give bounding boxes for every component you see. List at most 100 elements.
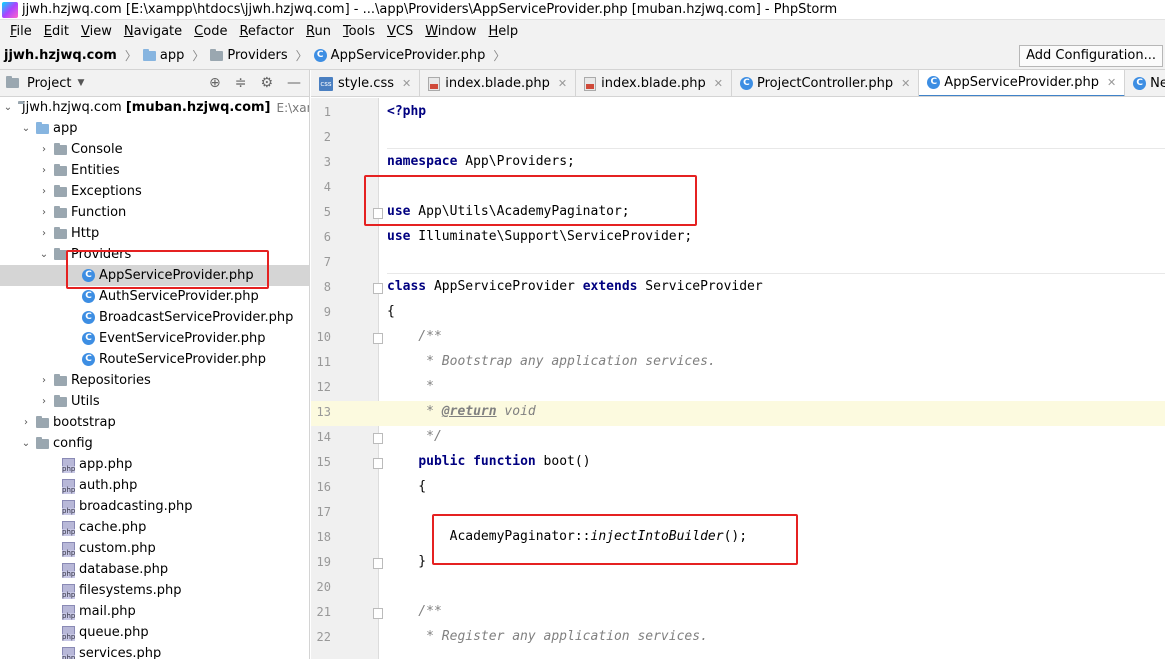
tree-item-event-service-provider[interactable]: C EventServiceProvider.php <box>0 328 309 349</box>
folder-icon <box>54 373 67 386</box>
code-editor[interactable]: 1 <?php 2 3 namespace App\Providers; 4 5 us… <box>311 98 1165 659</box>
chevron-right-icon[interactable]: › <box>38 186 50 197</box>
fold-marker-icon[interactable] <box>373 208 383 219</box>
chevron-right-icon[interactable]: › <box>38 144 50 155</box>
tree-item-console[interactable]: › Console <box>0 139 309 160</box>
tree-item-exceptions[interactable]: › Exceptions <box>0 181 309 202</box>
locate-icon[interactable]: ⊕ <box>209 75 221 91</box>
breadcrumb-file[interactable]: C AppServiceProvider.php <box>313 48 485 63</box>
tree-item-auth-service-provider[interactable]: C AuthServiceProvider.php <box>0 286 309 307</box>
collapse-all-icon[interactable]: ≑ <box>235 75 247 91</box>
close-icon[interactable]: ✕ <box>402 77 411 90</box>
tree-item-repositories[interactable]: › Repositories <box>0 370 309 391</box>
tree-item-broadcast-service-provider[interactable]: C BroadcastServiceProvider.php <box>0 307 309 328</box>
project-tree: ⌄ jjwh.hzjwq.com [muban.hzjwq.com] E:\xa… <box>0 97 309 659</box>
fold-marker-icon[interactable] <box>373 608 383 619</box>
code-line: 5 use App\Utils\AcademyPaginator; <box>323 204 630 219</box>
php-file-icon <box>62 520 76 536</box>
tree-item-utils[interactable]: › Utils <box>0 391 309 412</box>
chevron-right-icon[interactable]: › <box>38 165 50 176</box>
tree-item-config-file[interactable]: cache.php <box>0 517 309 538</box>
menu-refactor[interactable]: Refactor <box>239 24 294 39</box>
close-icon[interactable]: ✕ <box>1107 76 1116 89</box>
menu-vcs[interactable]: VCS <box>387 24 413 39</box>
tree-item-config[interactable]: ⌄ config <box>0 433 309 454</box>
chevron-down-icon[interactable]: ⌄ <box>20 438 32 449</box>
project-panel-title[interactable]: Project <box>27 76 71 91</box>
menu-navigate[interactable]: Navigate <box>124 24 182 39</box>
fold-marker-icon[interactable] <box>373 333 383 344</box>
breadcrumb-app[interactable]: app <box>142 48 184 63</box>
code-line: 8 class AppServiceProvider extends Servic… <box>323 279 763 294</box>
fold-marker-icon[interactable] <box>373 558 383 569</box>
tab-index-blade-1[interactable]: index.blade.php ✕ <box>420 70 577 96</box>
tab-app-service-provider[interactable]: C AppServiceProvider.php ✕ <box>919 70 1126 96</box>
chevron-right-icon[interactable]: › <box>38 396 50 407</box>
gear-icon[interactable]: ⚙ <box>260 75 273 91</box>
chevron-right-icon: 〉 <box>493 49 506 63</box>
chevron-right-icon[interactable]: › <box>38 207 50 218</box>
tree-item-config-file[interactable]: database.php <box>0 559 309 580</box>
code-line: 20 <box>316 580 331 594</box>
tab-style-css[interactable]: css style.css ✕ <box>311 70 421 96</box>
tree-item-config-file[interactable]: custom.php <box>0 538 309 559</box>
tab-index-blade-2[interactable]: index.blade.php ✕ <box>576 70 732 96</box>
breadcrumb: jjwh.hzjwq.com 〉 app 〉 Providers 〉 C AppS… <box>0 42 1165 70</box>
tree-item-root[interactable]: ⌄ jjwh.hzjwq.com [muban.hzjwq.com] E:\xa… <box>0 97 309 118</box>
fold-marker-icon[interactable] <box>373 433 383 444</box>
tree-item-config-file[interactable]: queue.php <box>0 622 309 643</box>
add-configuration-button[interactable]: Add Configuration... <box>1019 45 1163 67</box>
fold-marker-icon[interactable] <box>373 283 383 294</box>
chevron-down-icon[interactable]: ⌄ <box>2 102 14 113</box>
folder-icon <box>142 48 156 61</box>
tree-item-app[interactable]: ⌄ app <box>0 118 309 139</box>
php-file-icon <box>62 625 76 641</box>
tree-item-config-file[interactable]: broadcasting.php <box>0 496 309 517</box>
menu-tools[interactable]: Tools <box>343 24 375 39</box>
close-icon[interactable]: ✕ <box>901 77 910 90</box>
menu-edit[interactable]: Edit <box>44 24 69 39</box>
class-icon: C <box>927 76 941 89</box>
code-line: 16 { <box>316 479 427 494</box>
caret-down-icon[interactable]: ▼ <box>77 78 84 88</box>
tree-item-config-file[interactable]: app.php <box>0 454 309 475</box>
tab-news-controller[interactable]: C NewsController. <box>1125 70 1165 96</box>
chevron-right-icon: 〉 <box>124 49 137 63</box>
close-icon[interactable]: ✕ <box>558 77 567 90</box>
close-icon[interactable]: ✕ <box>714 77 723 90</box>
menu-code[interactable]: Code <box>194 24 227 39</box>
breadcrumb-providers[interactable]: Providers <box>210 48 288 63</box>
tree-item-config-file[interactable]: services.php <box>0 643 309 659</box>
code-line: 12 * <box>316 379 434 394</box>
chevron-right-icon[interactable]: › <box>38 375 50 386</box>
code-line: 19 } <box>316 554 427 569</box>
tab-project-controller[interactable]: C ProjectController.php ✕ <box>732 70 920 96</box>
chevron-right-icon[interactable]: › <box>38 228 50 239</box>
fold-marker-icon[interactable] <box>373 458 383 469</box>
menu-help[interactable]: Help <box>489 24 519 39</box>
chevron-down-icon[interactable]: ⌄ <box>20 123 32 134</box>
tree-item-config-file[interactable]: filesystems.php <box>0 580 309 601</box>
tree-item-app-service-provider[interactable]: C AppServiceProvider.php <box>0 265 309 286</box>
tree-item-function[interactable]: › Function <box>0 202 309 223</box>
chevron-right-icon[interactable]: › <box>20 417 32 428</box>
blade-file-icon <box>584 76 597 91</box>
menu-window[interactable]: Window <box>425 24 476 39</box>
tree-item-config-file[interactable]: auth.php <box>0 475 309 496</box>
chevron-right-icon: 〉 <box>295 49 308 63</box>
menu-view[interactable]: View <box>81 24 112 39</box>
tree-item-http[interactable]: › Http <box>0 223 309 244</box>
tree-item-entities[interactable]: › Entities <box>0 160 309 181</box>
code-line: 2 <box>323 130 331 144</box>
minimize-icon[interactable]: — <box>287 75 301 91</box>
folder-icon <box>36 121 49 134</box>
breadcrumb-root[interactable]: jjwh.hzjwq.com <box>4 48 117 63</box>
tree-item-route-service-provider[interactable]: C RouteServiceProvider.php <box>0 349 309 370</box>
tree-item-providers[interactable]: ⌄ Providers <box>0 244 309 265</box>
tree-item-config-file[interactable]: mail.php <box>0 601 309 622</box>
menu-run[interactable]: Run <box>306 24 331 39</box>
chevron-down-icon[interactable]: ⌄ <box>38 249 50 260</box>
menu-file[interactable]: File <box>10 24 32 39</box>
tree-item-bootstrap[interactable]: › bootstrap <box>0 412 309 433</box>
folder-icon <box>54 142 67 155</box>
